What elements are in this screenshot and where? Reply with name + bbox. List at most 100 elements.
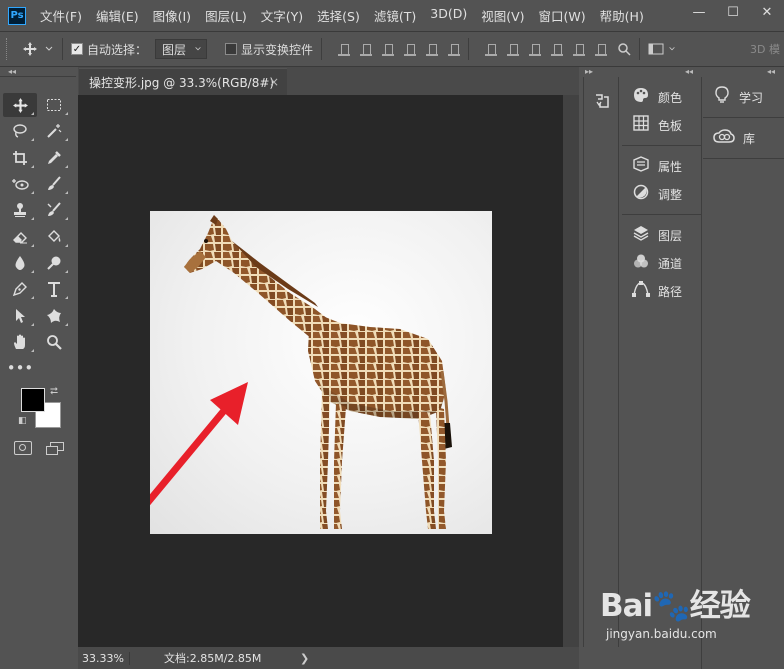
spot-healing-tool-icon[interactable] bbox=[3, 172, 37, 196]
custom-shape-tool-icon[interactable] bbox=[37, 304, 71, 328]
clone-stamp-tool-icon[interactable] bbox=[3, 198, 37, 222]
show-transform-label: 显示变换控件 bbox=[241, 42, 314, 57]
close-document-icon[interactable]: × bbox=[269, 75, 279, 89]
menu-layer[interactable]: 图层(L) bbox=[205, 6, 247, 25]
layers-icon bbox=[632, 225, 650, 245]
move-tool-icon[interactable] bbox=[3, 93, 37, 118]
foreground-color-swatch[interactable] bbox=[21, 388, 45, 412]
align-buttons bbox=[338, 42, 461, 56]
align-right-icon[interactable] bbox=[448, 42, 461, 56]
align-hcenter-icon[interactable] bbox=[426, 42, 439, 56]
menu-edit[interactable]: 编辑(E) bbox=[96, 6, 139, 25]
lasso-tool-icon[interactable] bbox=[3, 119, 37, 143]
color-panel-button[interactable]: 颜色 bbox=[622, 83, 701, 111]
auto-select-target-select[interactable]: 图层 bbox=[155, 39, 208, 59]
channels-panel-button[interactable]: 通道 bbox=[622, 249, 701, 277]
show-transform-checkbox[interactable] bbox=[225, 43, 238, 55]
menu-file[interactable]: 文件(F) bbox=[40, 6, 82, 25]
menu-type[interactable]: 文字(Y) bbox=[261, 6, 303, 25]
panel-collapse-handle[interactable]: ◂◂ bbox=[685, 67, 693, 76]
screen-mode-icon[interactable] bbox=[46, 442, 64, 455]
search-icon[interactable] bbox=[617, 42, 631, 56]
menu-3d[interactable]: 3D(D) bbox=[430, 6, 467, 25]
swap-colors-icon[interactable]: ⮂ bbox=[50, 386, 58, 397]
align-vcenter-icon[interactable] bbox=[360, 42, 373, 56]
giraffe-image bbox=[150, 215, 452, 529]
eraser-tool-icon[interactable] bbox=[3, 225, 37, 249]
menu-image[interactable]: 图像(I) bbox=[153, 6, 191, 25]
brush-tool-icon[interactable] bbox=[37, 172, 71, 196]
learn-panel-button[interactable]: 学习 bbox=[703, 83, 784, 111]
panel-group-properties: 属性 调整 bbox=[622, 146, 701, 215]
marquee-tool-icon[interactable] bbox=[37, 93, 71, 117]
swatches-panel-button[interactable]: 色板 bbox=[622, 111, 701, 139]
type-tool-icon[interactable] bbox=[37, 277, 71, 301]
crop-tool-icon[interactable] bbox=[3, 146, 37, 170]
zoom-tool-icon[interactable] bbox=[37, 330, 71, 354]
document-tab[interactable]: 操控变形.jpg @ 33.3%(RGB/8#) × bbox=[79, 68, 287, 95]
hand-tool-icon[interactable] bbox=[3, 330, 37, 354]
align-bottom-icon[interactable] bbox=[382, 42, 395, 56]
history-brush-tool-icon[interactable] bbox=[37, 198, 71, 222]
layers-panel-label: 图层 bbox=[658, 228, 683, 243]
panel-collapse-handle[interactable]: ◂◂ bbox=[767, 67, 775, 76]
menu-select[interactable]: 选择(S) bbox=[317, 6, 360, 25]
learn-panel-label: 学习 bbox=[739, 90, 764, 105]
options-separator bbox=[62, 38, 63, 60]
chevron-down-icon[interactable] bbox=[668, 45, 676, 53]
menu-help[interactable]: 帮助(H) bbox=[600, 6, 644, 25]
toolbar-collapse-handle[interactable]: ◂◂ bbox=[0, 67, 76, 77]
menu-view[interactable]: 视图(V) bbox=[481, 6, 524, 25]
close-button[interactable]: ✕ bbox=[750, 0, 784, 24]
blur-tool-icon[interactable] bbox=[3, 251, 37, 275]
pen-tool-icon[interactable] bbox=[3, 277, 37, 301]
more-tools-icon[interactable]: ••• bbox=[3, 356, 37, 380]
properties-panel-button[interactable]: 属性 bbox=[622, 152, 701, 180]
paint-bucket-tool-icon[interactable] bbox=[37, 225, 71, 249]
channels-icon bbox=[632, 253, 650, 273]
distribute-top-icon[interactable] bbox=[485, 42, 498, 56]
libraries-panel-button[interactable]: 库 bbox=[703, 124, 784, 152]
distribute-left-icon[interactable] bbox=[551, 42, 564, 56]
menu-window[interactable]: 窗口(W) bbox=[539, 6, 586, 25]
quick-mask-icon[interactable] bbox=[14, 441, 32, 455]
vertical-scrollbar[interactable] bbox=[563, 95, 579, 647]
watermark-url: jingyan.baidu.com bbox=[606, 627, 717, 641]
adjustments-panel-button[interactable]: 调整 bbox=[622, 180, 701, 208]
maximize-button[interactable]: ☐ bbox=[716, 0, 750, 24]
auto-select-checkbox[interactable]: ✓ bbox=[71, 43, 83, 55]
status-bar: 33.33% 文档:2.85M/2.85M ❯ bbox=[78, 647, 579, 669]
color-panel-label: 颜色 bbox=[658, 90, 683, 105]
options-grip[interactable] bbox=[6, 38, 10, 60]
zoom-level-field[interactable]: 33.33% bbox=[78, 651, 130, 665]
menu-filter[interactable]: 滤镜(T) bbox=[374, 6, 416, 25]
status-menu-arrow-icon[interactable]: ❯ bbox=[300, 652, 309, 665]
tool-preset-picker[interactable] bbox=[22, 41, 54, 57]
distribute-right-icon[interactable] bbox=[595, 42, 608, 56]
workspace-icon[interactable] bbox=[648, 43, 664, 55]
palette-icon bbox=[632, 87, 650, 107]
watermark-logo: Bai🐾经验 bbox=[600, 588, 751, 624]
distribute-bottom-icon[interactable] bbox=[529, 42, 542, 56]
align-top-icon[interactable] bbox=[338, 42, 351, 56]
magic-wand-tool-icon[interactable] bbox=[37, 119, 71, 143]
default-colors-icon[interactable]: ◧ bbox=[18, 416, 27, 426]
auto-select-target-value: 图层 bbox=[162, 42, 187, 57]
menu-bar: Ps 文件(F) 编辑(E) 图像(I) 图层(L) 文字(Y) 选择(S) 滤… bbox=[0, 0, 784, 31]
menu-items: 文件(F) 编辑(E) 图像(I) 图层(L) 文字(Y) 选择(S) 滤镜(T… bbox=[40, 6, 658, 25]
path-selection-tool-icon[interactable] bbox=[3, 304, 37, 328]
minimize-button[interactable]: — bbox=[682, 0, 716, 24]
distribute-hcenter-icon[interactable] bbox=[573, 42, 586, 56]
document-image[interactable] bbox=[150, 211, 492, 534]
color-swatches: ⮂ ◧ bbox=[18, 386, 68, 433]
align-left-icon[interactable] bbox=[404, 42, 417, 56]
distribute-vcenter-icon[interactable] bbox=[507, 42, 520, 56]
layers-panel-button[interactable]: 图层 bbox=[622, 221, 701, 249]
paths-panel-button[interactable]: 路径 bbox=[622, 277, 701, 305]
history-panel-icon[interactable] bbox=[584, 87, 620, 115]
dodge-tool-icon[interactable] bbox=[37, 251, 71, 275]
properties-panel-label: 属性 bbox=[658, 159, 683, 174]
eyedropper-tool-icon[interactable] bbox=[37, 146, 71, 170]
panel-collapse-handle[interactable]: ▸▸ bbox=[585, 67, 593, 76]
window-controls: — ☐ ✕ bbox=[682, 0, 784, 24]
